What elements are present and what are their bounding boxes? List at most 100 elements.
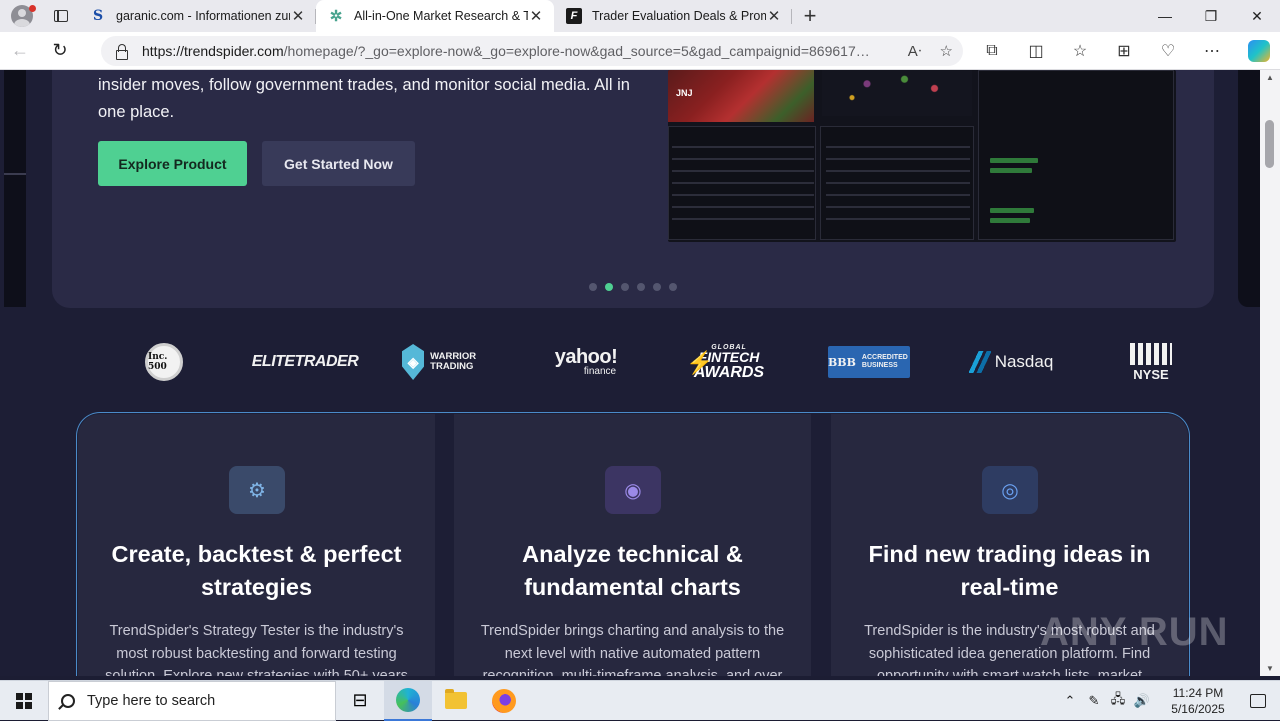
table-row — [672, 170, 814, 172]
carousel-dot-active[interactable] — [605, 283, 613, 291]
network-icon[interactable]: 🖧 — [1106, 690, 1130, 712]
windows-taskbar: Type here to search ⊟ ⌃ ✎ 🖧 🔊 11:24 PM 5… — [0, 680, 1280, 721]
close-tab-icon[interactable]: ✕ — [290, 7, 306, 25]
f-favicon-icon: F — [566, 8, 582, 24]
radar-icon: ◎ — [982, 466, 1038, 514]
page-scrollbar[interactable]: ▲ ▼ — [1260, 70, 1280, 676]
s-favicon-icon: S — [92, 8, 104, 24]
carousel-dot[interactable] — [589, 283, 597, 291]
gear-icon: ⚙ — [229, 466, 285, 514]
tab-trader-evaluation[interactable]: F Trader Evaluation Deals & Promo ✕ — [554, 0, 792, 32]
browser-tab-strip: S garanic.com - Informationen zur ✕ ✲ Al… — [0, 0, 1280, 32]
minimize-button[interactable]: — — [1142, 0, 1188, 32]
feature-title: Analyze technical & fundamental charts — [522, 541, 743, 600]
carousel-dot[interactable] — [653, 283, 661, 291]
table-row — [672, 194, 814, 196]
feature-text: TrendSpider brings charting and analysis… — [480, 623, 785, 676]
carousel-prev-slide — [4, 70, 26, 307]
feature-card-strategies: ⚙ Create, backtest & perfect strategies … — [78, 414, 435, 676]
edge-icon — [396, 687, 420, 712]
shield-icon: ◈ — [402, 344, 425, 380]
windows-logo-icon — [16, 692, 32, 709]
condition-tag — [990, 158, 1038, 163]
read-aloud-icon[interactable]: Aᐧ — [908, 42, 922, 60]
carousel-dot[interactable] — [637, 283, 645, 291]
pen-icon[interactable]: ✎ — [1082, 693, 1106, 709]
favorite-star-icon[interactable]: ☆ — [940, 42, 953, 60]
tab-title: garanic.com - Informationen zur — [116, 9, 290, 23]
tab-trendspider[interactable]: ✲ All-in-One Market Research & Tr ✕ — [316, 0, 554, 32]
new-tab-button[interactable]: + — [792, 0, 828, 32]
collections-icon[interactable]: ⊞ — [1102, 41, 1146, 61]
task-view-button[interactable]: ⊟ — [336, 681, 384, 721]
extensions-icon[interactable]: ⧉ — [970, 42, 1014, 60]
scroll-down-icon[interactable]: ▼ — [1266, 664, 1274, 673]
condition-tag — [990, 218, 1030, 223]
taskbar-search[interactable]: Type here to search — [48, 680, 336, 721]
url-path: /homepage/?_go=explore-now&_go=explore-n… — [283, 43, 870, 59]
condition-tag — [990, 168, 1032, 173]
taskbar-clock[interactable]: 11:24 PM 5/16/2025 — [1160, 685, 1236, 717]
lightning-icon: ⚡ — [686, 350, 714, 375]
address-toolbar: ← ↻ https://trendspider.com/homepage/?_g… — [0, 32, 1280, 70]
chart-search-icon: ◉ — [605, 466, 661, 514]
fintech-awards-logo: ⚡ GLOBAL FINTECH AWARDS — [686, 343, 765, 381]
get-started-button[interactable]: Get Started Now — [262, 141, 415, 186]
lock-icon — [115, 44, 128, 60]
firefox-icon — [492, 688, 516, 713]
window-controls: — ❐ ✕ — [1142, 0, 1280, 32]
table-row — [826, 170, 970, 172]
table-row — [826, 146, 970, 148]
carousel-dot[interactable] — [621, 283, 629, 291]
tab-title: All-in-One Market Research & Tr — [354, 9, 528, 23]
back-button[interactable]: ← — [0, 32, 40, 70]
system-tray: ⌃ ✎ 🖧 🔊 11:24 PM 5/16/2025 — [1058, 681, 1280, 721]
volume-icon[interactable]: 🔊 — [1130, 693, 1154, 709]
split-screen-icon[interactable]: ◫ — [1014, 41, 1058, 61]
profile-button[interactable] — [0, 0, 44, 32]
bbb-accredited-logo: BBB ACCREDITED BUSINESS — [828, 346, 910, 378]
clock-time: 11:24 PM — [1172, 685, 1224, 700]
chevron-up-icon[interactable]: ⌃ — [1058, 693, 1082, 709]
condition-tag — [990, 208, 1034, 213]
nasdaq-logo: Nasdaq — [967, 342, 1055, 382]
trendspider-favicon-icon: ✲ — [329, 8, 343, 25]
close-window-button[interactable]: ✕ — [1234, 0, 1280, 32]
copilot-icon[interactable] — [1248, 40, 1270, 62]
tab-garanic[interactable]: S garanic.com - Informationen zur ✕ — [78, 0, 316, 32]
table-row — [672, 158, 814, 160]
table-row — [672, 206, 814, 208]
url-field[interactable]: https://trendspider.com/homepage/?_go=ex… — [101, 36, 963, 66]
feature-title: Create, backtest & perfect strategies — [111, 541, 402, 600]
carousel-dots — [589, 283, 677, 291]
clock-date: 5/16/2025 — [1171, 701, 1225, 716]
nasdaq-mark-icon — [968, 351, 991, 373]
start-button[interactable] — [0, 681, 48, 721]
more-menu-icon[interactable]: ⋯ — [1190, 41, 1234, 61]
firefox-taskbar-button[interactable] — [480, 681, 528, 721]
close-tab-icon[interactable]: ✕ — [766, 7, 782, 25]
feature-card-charts: ◉ Analyze technical & fundamental charts… — [454, 414, 811, 676]
edge-taskbar-button[interactable] — [384, 680, 432, 721]
favorites-icon[interactable]: ☆ — [1058, 41, 1102, 61]
scroll-up-icon[interactable]: ▲ — [1266, 73, 1274, 82]
inc-500-logo: Inc. 500 — [144, 342, 184, 382]
tab-actions-button[interactable] — [44, 0, 78, 32]
notifications-button[interactable] — [1236, 693, 1280, 708]
feature-title: Find new trading ideas in real-time — [868, 541, 1151, 600]
press-logos: Inc. 500 ELITETRADER ◈ WARRIOR TRADING y… — [0, 328, 1260, 394]
carousel-dot[interactable] — [669, 283, 677, 291]
refresh-button[interactable]: ↻ — [40, 32, 80, 70]
scrollbar-thumb[interactable] — [1265, 120, 1274, 168]
explore-product-button[interactable]: Explore Product — [98, 141, 247, 186]
file-explorer-button[interactable] — [432, 681, 480, 721]
restore-button[interactable]: ❐ — [1188, 0, 1234, 32]
warrior-trading-logo: ◈ WARRIOR TRADING — [402, 342, 490, 382]
notification-dot — [29, 5, 36, 12]
close-tab-icon[interactable]: ✕ — [528, 7, 544, 25]
table-row — [672, 218, 814, 220]
yahoo-finance-logo: yahoo! finance — [554, 346, 618, 377]
browser-essentials-icon[interactable]: ♡ — [1146, 41, 1190, 61]
table-row — [672, 146, 814, 148]
feature-text: TrendSpider's Strategy Tester is the ind… — [105, 623, 408, 676]
